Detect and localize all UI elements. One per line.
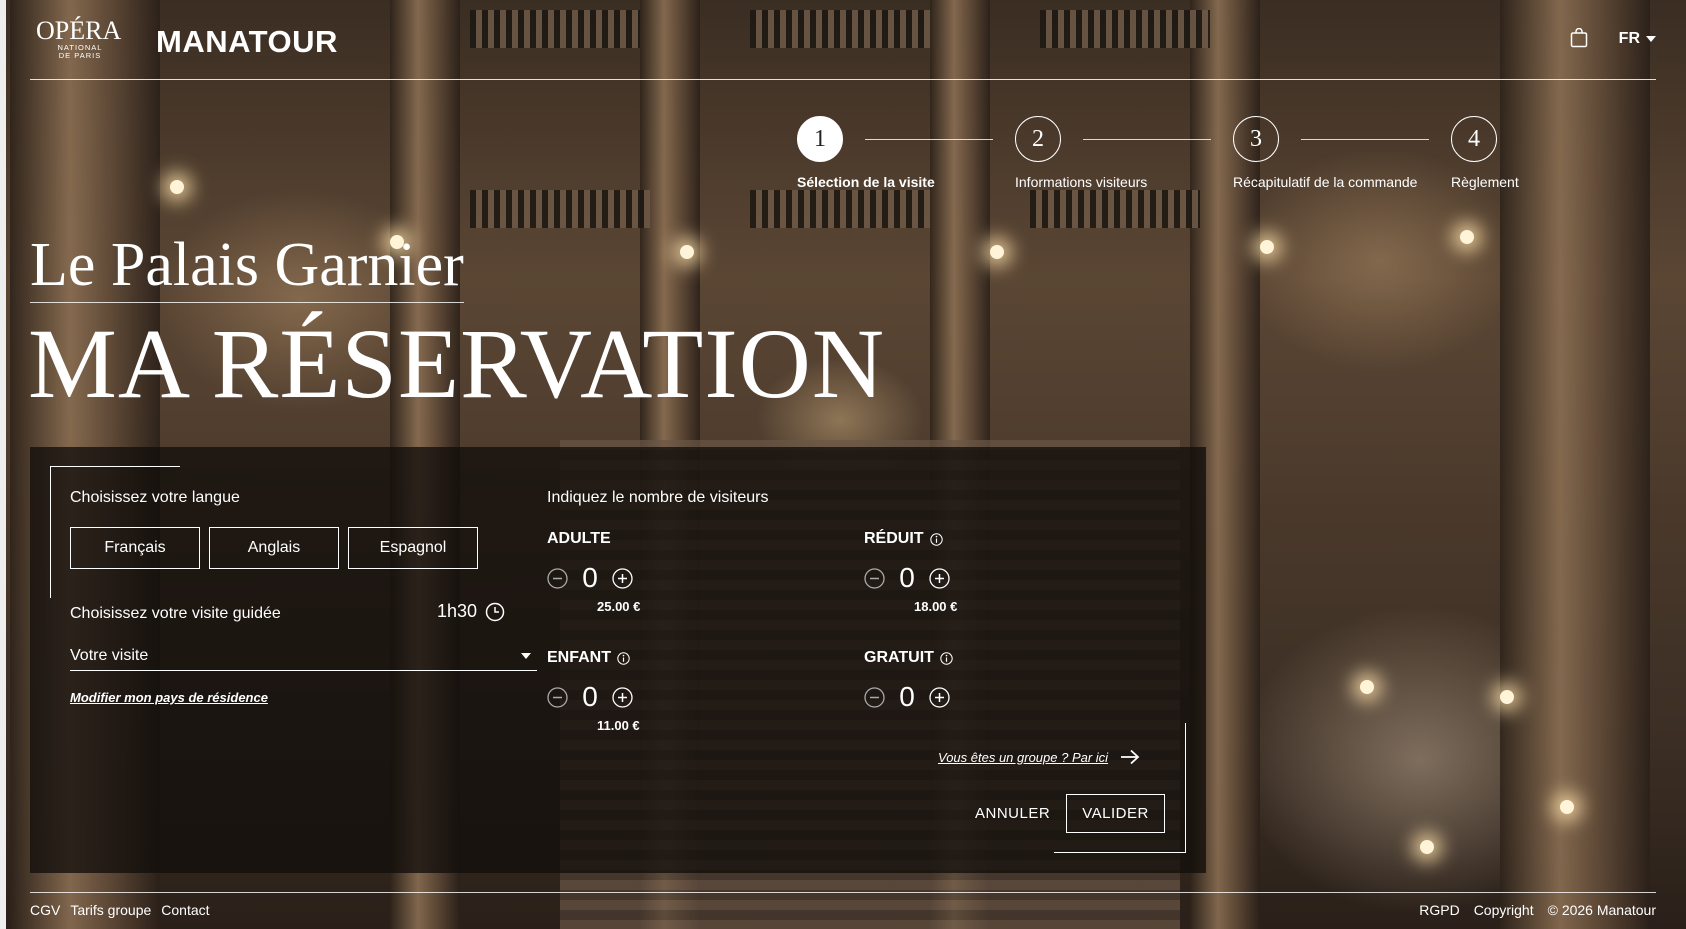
reduced-counter: 0 [864,563,1084,593]
step-number: 1 [797,116,843,162]
visitor-adult: ADULTE 0 25.00 € [547,529,767,619]
minus-icon[interactable] [864,567,885,589]
language-label: Choisissez votre langue [70,489,240,506]
step-3: 3 Récapitulatif de la commande [1233,116,1417,190]
footer-link-contact[interactable]: Contact [161,902,209,918]
visitors-label: Indiquez le nombre de visiteurs [547,489,769,506]
info-icon[interactable] [617,651,630,665]
footer-divider [30,892,1656,893]
chevron-down-icon [1646,36,1656,42]
footer-link-copyright[interactable]: Copyright [1474,902,1534,918]
step-2: 2 Informations visiteurs [1015,116,1147,190]
footer-link-group-rates[interactable]: Tarifs groupe [70,902,151,918]
visit-duration: 1h30 [437,601,505,622]
visitor-free: GRATUIT 0 [864,648,1084,738]
minus-icon[interactable] [864,686,885,708]
visitor-type-label: RÉDUIT [864,529,1084,549]
step-connector [1301,139,1429,140]
clock-icon [485,602,505,621]
booking-panel: Choisissez votre langue Français Anglais… [30,447,1206,873]
manatour-logo[interactable]: MANATOUR [156,24,338,60]
step-1: 1 Sélection de la visite [797,116,935,190]
language-selector[interactable]: FR [1619,30,1656,48]
child-count: 0 [582,681,598,712]
info-icon[interactable] [940,651,953,665]
visitor-type-label: ADULTE [547,530,611,547]
step-label: Sélection de la visite [797,174,935,190]
language-spanish-button[interactable]: Espagnol [348,527,478,569]
visitor-child: ENFANT 0 11.00 € [547,648,767,738]
language-code: FR [1618,30,1640,47]
change-country-link[interactable]: Modifier mon pays de résidence [70,690,268,705]
step-connector [865,139,993,140]
decorative-corner [50,466,51,598]
cancel-button[interactable]: ANNULER [967,794,1058,832]
free-count: 0 [899,681,915,712]
free-counter: 0 [864,682,1084,712]
step-label: Récapitulatif de la commande [1233,174,1418,190]
step-connector [1083,139,1211,140]
reduced-count: 0 [899,562,915,593]
footer-links-right: RGPD Copyright © 2026 Manatour [1419,902,1656,918]
visit-label: Choisissez votre visite guidée [70,605,281,622]
step-number: 4 [1451,116,1497,162]
plus-icon[interactable] [612,567,633,589]
child-counter: 0 [547,682,767,712]
footer-link-cgv[interactable]: CGV [30,902,60,918]
reduced-price: 18.00 € [914,599,958,614]
visitor-type-label: GRATUIT [864,648,1084,668]
visit-dropdown-value: Votre visite [70,646,149,664]
opera-logo[interactable]: OPÉRA NATIONAL DE PARIS [36,18,122,68]
progress-stepper: 1 Sélection de la visite 2 Informations … [797,116,1597,196]
step-label: Règlement [1451,174,1519,190]
group-booking-link[interactable]: Vous êtes un groupe ? Par ici [938,749,1140,765]
chevron-down-icon [521,652,531,659]
visitor-reduced: RÉDUIT 0 18.00 € [864,529,1084,619]
language-options: Français Anglais Espagnol [70,527,478,569]
plus-icon[interactable] [929,567,950,589]
info-icon[interactable] [929,532,943,546]
footer-copyright-text: © 2026 Manatour [1547,902,1656,918]
footer-link-rgpd[interactable]: RGPD [1419,902,1459,918]
footer-links-left: CGV Tarifs groupe Contact [30,902,210,918]
plus-icon[interactable] [929,686,950,708]
minus-icon[interactable] [547,686,568,708]
venue-subtitle: Le Palais Garnier [30,230,464,303]
plus-icon[interactable] [612,686,633,708]
group-link-text: Vous êtes un groupe ? Par ici [938,749,1109,765]
site-header: OPÉRA NATIONAL DE PARIS MANATOUR FR [30,14,1656,80]
shopping-bag-icon[interactable] [1570,28,1588,48]
adult-price: 25.00 € [597,599,641,614]
step-4: 4 Règlement [1451,116,1519,190]
window-edge [0,0,6,929]
page-title: MA RÉSERVATION [28,308,886,419]
adult-counter: 0 [547,563,767,593]
duration-text: 1h30 [437,601,478,621]
language-french-button[interactable]: Français [70,527,200,569]
decorative-corner [1185,723,1186,853]
arrow-right-icon [1121,749,1140,765]
validate-button[interactable]: VALIDER [1066,794,1165,833]
step-number: 2 [1015,116,1061,162]
decorative-corner [1054,852,1185,853]
adult-count: 0 [582,562,598,593]
decorative-corner [50,466,180,467]
child-price: 11.00 € [597,718,640,733]
visit-dropdown[interactable]: Votre visite [70,641,537,671]
step-number: 3 [1233,116,1279,162]
visitor-type-label: ENFANT [547,648,767,668]
language-english-button[interactable]: Anglais [209,527,339,569]
step-label: Informations visiteurs [1015,174,1148,190]
minus-icon[interactable] [547,567,568,589]
